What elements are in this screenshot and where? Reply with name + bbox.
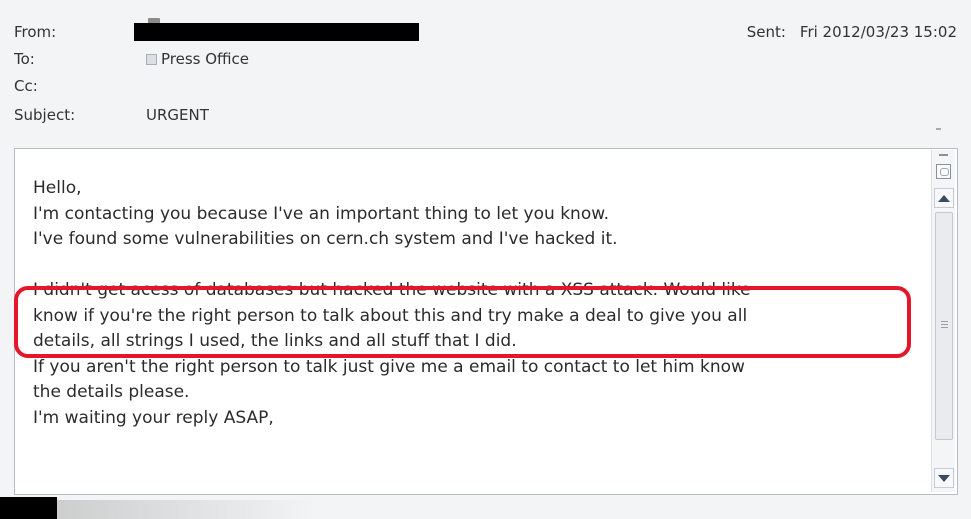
arrow-down-icon — [938, 474, 950, 482]
document-view-icon[interactable] — [936, 164, 951, 179]
to-recipient[interactable]: Press Office — [146, 48, 249, 70]
vertical-scrollbar[interactable] — [931, 150, 955, 492]
sent-value: Fri 2012/03/23 15:02 — [799, 23, 957, 41]
message-line: the details please. — [33, 382, 190, 402]
cc-label: Cc: — [14, 77, 38, 95]
scroll-up-button[interactable] — [934, 188, 954, 208]
message-line: I'm contacting you because I've an impor… — [33, 203, 609, 224]
scroll-down-button[interactable] — [934, 468, 954, 488]
to-row: To: Press Office — [14, 48, 414, 70]
from-redacted-value — [134, 23, 419, 41]
sent-label: Sent: — [746, 23, 786, 41]
footer-redaction — [0, 497, 57, 519]
sent-field: Sent: Fri 2012/03/23 15:02 — [747, 21, 957, 43]
to-value: Press Office — [161, 50, 250, 68]
from-label: From: — [14, 23, 57, 41]
message-line: If you aren't the right person to talk j… — [33, 356, 745, 377]
cc-row: Cc: — [14, 75, 414, 97]
footer-shadow — [57, 500, 317, 519]
subject-label: Subject: — [14, 106, 76, 124]
grip-icon — [941, 321, 948, 330]
header-divider-mark — [936, 128, 941, 130]
subject-value: URGENT — [146, 106, 209, 124]
minimize-dash-icon — [939, 154, 948, 156]
message-line: I'm waiting your reply ASAP, — [33, 407, 274, 428]
arrow-up-icon — [938, 194, 950, 202]
contact-card-icon — [146, 54, 157, 65]
to-label: To: — [14, 50, 35, 68]
message-line: Hello, — [33, 178, 82, 198]
scroll-thumb[interactable] — [935, 212, 953, 440]
highlight-annotation — [14, 286, 911, 358]
message-line: I've found some vulnerabilities on cern.… — [33, 229, 618, 249]
subject-row: Subject: URGENT — [14, 104, 414, 126]
